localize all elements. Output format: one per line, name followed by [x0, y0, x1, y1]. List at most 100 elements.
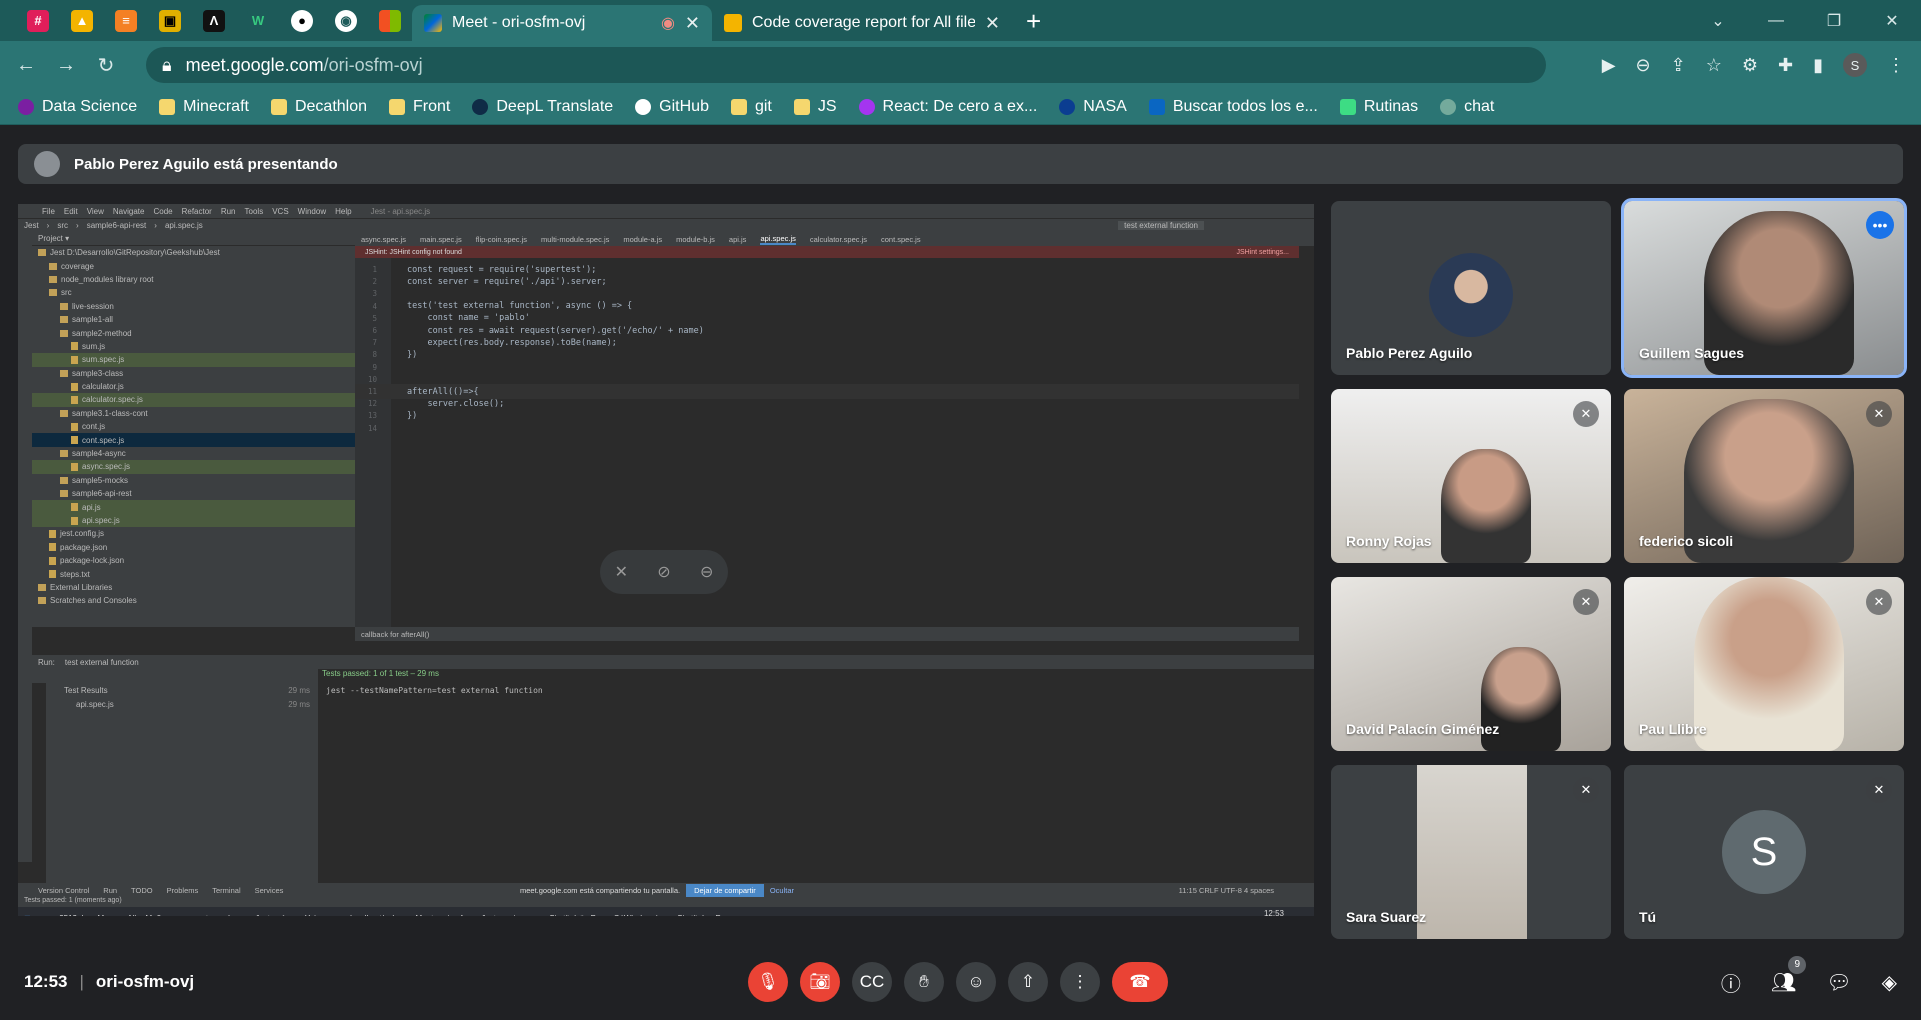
- breadcrumb-item[interactable]: api.spec.js: [165, 221, 203, 230]
- taskbar-item[interactable]: Sin título - Pa...: [677, 914, 732, 917]
- ide-menu-view[interactable]: View: [87, 207, 104, 216]
- hide-button[interactable]: Ocultar: [770, 886, 794, 895]
- project-tree-item[interactable]: api.spec.js: [32, 513, 355, 528]
- project-tree-item[interactable]: sum.spec.js: [32, 353, 355, 367]
- zoom-icon[interactable]: ⊖: [1636, 55, 1651, 76]
- taskbar-item[interactable]: * mar, Yaiza - ...: [282, 914, 338, 917]
- participant-tile[interactable]: ••• Guillem Sagues: [1621, 198, 1907, 378]
- webflow-icon[interactable]: W: [236, 0, 280, 41]
- tab-meet[interactable]: Meet - ori-osfm-ovj ◉ ✕: [412, 5, 712, 41]
- slack-icon[interactable]: #: [16, 0, 60, 41]
- project-tree-item[interactable]: sample4-async: [32, 447, 355, 460]
- project-tree-item[interactable]: coverage: [32, 259, 355, 272]
- test-row[interactable]: api.spec.js 29 ms: [46, 697, 318, 711]
- address-bar[interactable]: 🔒︎ meet.google.com/ori-osfm-ovj: [146, 47, 1546, 83]
- ide-menu-help[interactable]: Help: [335, 207, 351, 216]
- activities-icon[interactable]: ◈: [1882, 970, 1897, 995]
- editor-tab[interactable]: calculator.spec.js: [810, 235, 867, 244]
- project-tree-item[interactable]: src: [32, 286, 355, 299]
- bookmark-react[interactable]: React: De cero a ex...: [858, 98, 1037, 116]
- chevron-down-icon[interactable]: ⌄: [1689, 11, 1747, 31]
- close-tab-icon[interactable]: ✕: [985, 13, 1000, 34]
- ide-menu-tools[interactable]: Tools: [245, 207, 264, 216]
- project-tree-item[interactable]: sample1-all: [32, 313, 355, 326]
- tab-terminal[interactable]: Terminal: [212, 886, 240, 895]
- project-tree-item[interactable]: live-session: [32, 300, 355, 313]
- project-tree-item[interactable]: sample3-class: [32, 367, 355, 380]
- app-icon[interactable]: ▣: [148, 0, 192, 41]
- taskbar-item[interactable]: 3513. Iron Ma...: [59, 914, 115, 917]
- ide-menu-refactor[interactable]: Refactor: [182, 207, 212, 216]
- breadcrumb-item[interactable]: src: [57, 221, 68, 230]
- bookmark-linkedin[interactable]: Buscar todos los e...: [1148, 98, 1318, 116]
- project-tree-item[interactable]: node_modules library root: [32, 273, 355, 286]
- stop-sharing-button[interactable]: Dejar de compartir: [686, 884, 764, 897]
- project-tree-item[interactable]: External Libraries: [32, 581, 355, 594]
- tab-problems[interactable]: Problems: [167, 886, 199, 895]
- project-tree-item[interactable]: sample3.1-class-cont: [32, 407, 355, 420]
- taskbar-item[interactable]: Meet - ori-osf...: [416, 914, 470, 917]
- minimize-icon[interactable]: —: [1747, 12, 1805, 30]
- ide-menu-navigate[interactable]: Navigate: [113, 207, 145, 216]
- participant-tile[interactable]: ✕ federico sicoli: [1624, 389, 1904, 563]
- participant-tile[interactable]: Pablo Perez Aguilo: [1331, 201, 1611, 375]
- editor-tab[interactable]: module-b.js: [676, 235, 715, 244]
- maximize-icon[interactable]: ❐: [1805, 11, 1863, 31]
- project-tree-item[interactable]: Jest D:\Desarrollo\GitRepository\Geekshu…: [32, 246, 355, 259]
- close-icon[interactable]: ✕: [1863, 11, 1921, 31]
- bookmark-nasa[interactable]: NASA: [1059, 98, 1127, 116]
- editor-tab[interactable]: cont.spec.js: [881, 235, 921, 244]
- taskbar-clock[interactable]: 12:5318/01/2023: [1254, 909, 1294, 916]
- star-icon[interactable]: ☆: [1706, 55, 1722, 76]
- ide-menu-window[interactable]: Window: [298, 207, 326, 216]
- more-options-button[interactable]: ⋮: [1060, 962, 1100, 1002]
- participant-tile[interactable]: ✕ Pau Llibre: [1624, 577, 1904, 751]
- present-button[interactable]: ⇧: [1008, 962, 1048, 1002]
- camera-toggle-button[interactable]: 📷︎: [800, 962, 840, 1002]
- taskbar-item[interactable]: C:\Windows\...: [614, 914, 666, 917]
- windows-start-icon[interactable]: ⊞: [24, 914, 31, 917]
- editor-tab[interactable]: api.spec.js: [760, 234, 796, 245]
- tab-services[interactable]: Services: [255, 886, 284, 895]
- sidebar-icon[interactable]: ▮: [1813, 55, 1823, 76]
- stack-icon[interactable]: ≡: [104, 0, 148, 41]
- bookmark-decathlon[interactable]: Decathlon: [270, 98, 367, 116]
- taskbar-item[interactable]: meet.google....: [190, 914, 243, 917]
- project-tree-item[interactable]: sample5-mocks: [32, 474, 355, 487]
- project-tree-item[interactable]: cont.js: [32, 420, 355, 433]
- remove-icon[interactable]: ⊖: [700, 562, 713, 582]
- editor-tab[interactable]: multi-module.spec.js: [541, 235, 609, 244]
- bookmark-front[interactable]: Front: [389, 98, 450, 116]
- tab-todo[interactable]: TODO: [131, 886, 153, 895]
- tab-run[interactable]: Run: [103, 886, 117, 895]
- project-tree-item[interactable]: cont.spec.js: [32, 433, 355, 447]
- participant-tile[interactable]: S ✕ Tú: [1624, 765, 1904, 939]
- mic-toggle-button[interactable]: 🎙︎: [748, 962, 788, 1002]
- close-tab-icon[interactable]: ✕: [685, 13, 700, 34]
- ar-icon[interactable]: Λ: [192, 0, 236, 41]
- editor-tab[interactable]: async.spec.js: [361, 235, 406, 244]
- mic-off-icon[interactable]: ✕: [615, 562, 628, 582]
- info-icon[interactable]: ⓘ: [1721, 968, 1741, 997]
- editor-tab[interactable]: module-a.js: [623, 235, 662, 244]
- project-tree-item[interactable]: package-lock.json: [32, 554, 355, 567]
- ide-menu-run[interactable]: Run: [221, 207, 236, 216]
- bookmark-minecraft[interactable]: Minecraft: [159, 98, 249, 116]
- menu-icon[interactable]: ⋮: [1887, 55, 1905, 76]
- project-tree-item[interactable]: steps.txt: [32, 567, 355, 580]
- jshint-settings-link[interactable]: JSHint settings...: [1236, 249, 1289, 256]
- camera-icon[interactable]: ▶︎: [1602, 55, 1616, 76]
- bot-icon[interactable]: ◉: [324, 0, 368, 41]
- reload-icon[interactable]: ↻: [86, 53, 126, 78]
- test-row[interactable]: Test Results 29 ms: [46, 683, 318, 697]
- project-tree-item[interactable]: Scratches and Consoles: [32, 594, 355, 607]
- taskbar-item[interactable]: Jest – api.spe...: [481, 914, 537, 917]
- taskbar-item[interactable]: Alba Muñoz ...: [127, 914, 178, 917]
- ide-menu-file[interactable]: File: [42, 207, 55, 216]
- bookmark-js[interactable]: JS: [793, 98, 837, 116]
- google-drive-icon[interactable]: ▲: [60, 0, 104, 41]
- more-options-icon[interactable]: •••: [1866, 211, 1894, 239]
- editor-tab[interactable]: main.spec.js: [420, 235, 462, 244]
- bookmark-data-science[interactable]: Data Science: [18, 98, 137, 116]
- captions-button[interactable]: CC: [852, 962, 892, 1002]
